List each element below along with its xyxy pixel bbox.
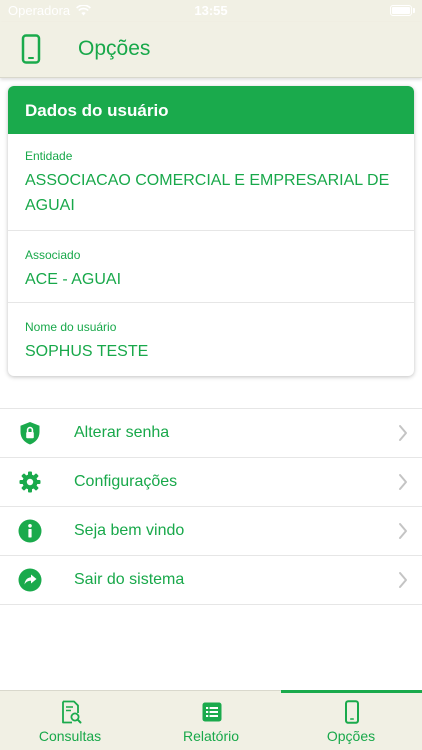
chevron-right-icon [399,523,407,539]
user-data-card: Dados do usuário Entidade ASSOCIACAO COM… [8,86,414,376]
nome-usuario-value: SOPHUS TESTE [25,343,149,360]
smartphone-icon [21,34,41,64]
associado-label: Associado [25,248,81,262]
menu-item-label: Sair do sistema [74,571,185,588]
tab-relatorio[interactable]: Relatório [141,691,281,750]
shield-lock-icon [20,422,40,445]
menu-item-sair-do-sistema[interactable]: Sair do sistema [0,556,422,605]
tab-bar: Consultas Relatório Opções [0,690,422,750]
menu-item-alterar-senha[interactable]: Alterar senha [0,409,422,458]
chevron-right-icon [399,474,407,490]
nome-usuario-label: Nome do usuário [25,320,117,334]
menu-item-label: Alterar senha [74,424,170,441]
card-title: Dados do usuário [8,86,414,134]
associado-row: Associado ACE - AGUAI [8,231,414,303]
document-search-icon [62,700,82,724]
chevron-right-icon [399,425,407,441]
tab-label: Consultas [38,728,102,744]
tab-consultas[interactable]: Consultas [0,691,140,750]
menu-item-seja-bem-vindo[interactable]: Seja bem vindo [0,507,422,556]
share-arrow-icon [18,568,42,592]
chevron-right-icon [399,572,407,588]
menu-item-label: Configurações [74,473,178,490]
battery-icon [390,5,412,16]
menu-item-label: Seja bem vindo [74,522,185,539]
page-title: Opções [78,37,151,60]
navigation-bar: Opções [0,22,422,78]
associado-value: ACE - AGUAI [25,271,122,288]
status-bar: Operadora 13:55 [0,0,422,22]
tab-label: Opções [326,728,376,744]
list-icon [202,702,222,722]
gear-icon [19,471,41,493]
smartphone-icon [345,700,359,724]
tab-opcoes[interactable]: Opções [281,690,422,750]
battery-tip [413,8,415,13]
entidade-row: Entidade ASSOCIACAO COMERCIAL E EMPRESAR… [8,134,414,231]
tab-label: Relatório [182,728,240,744]
nome-usuario-row: Nome do usuário SOPHUS TESTE [8,303,414,376]
options-menu: Alterar senha Configurações Seja bem vin… [0,408,422,605]
entidade-label: Entidade [25,149,73,163]
clock: 13:55 [194,3,228,18]
info-icon [18,519,42,543]
menu-item-configuracoes[interactable]: Configurações [0,458,422,507]
entidade-value: ASSOCIACAO COMERCIAL E EMPRESARIAL DE AG… [25,172,390,214]
